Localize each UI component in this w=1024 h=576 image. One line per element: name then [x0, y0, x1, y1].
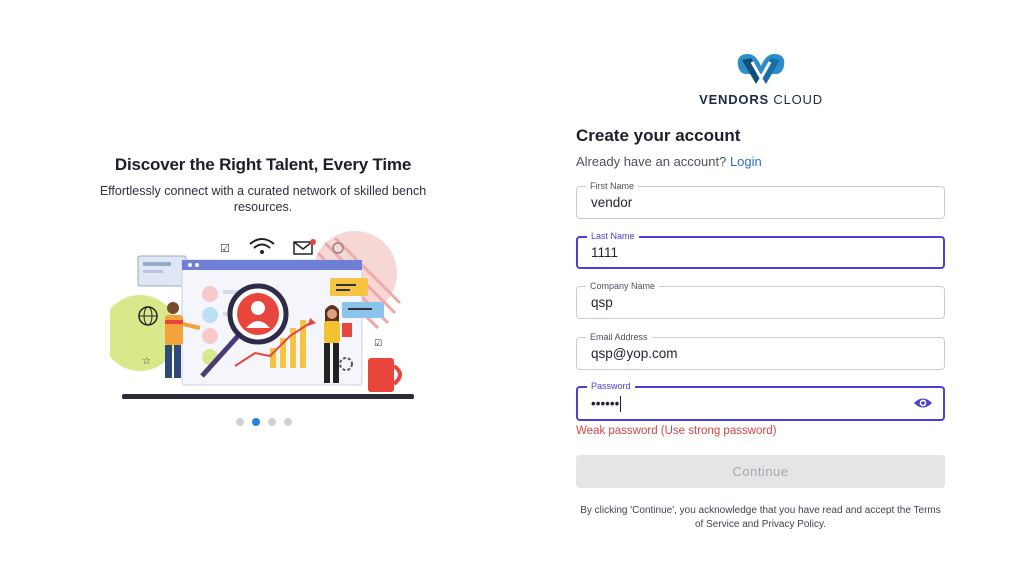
- first-name-value[interactable]: vendor: [591, 187, 632, 218]
- hero-panel: Discover the Right Talent, Every Time Ef…: [0, 0, 520, 576]
- carousel-dot-active[interactable]: [252, 418, 260, 426]
- login-prompt-row: Already have an account? Login: [576, 154, 762, 169]
- eye-icon[interactable]: [913, 396, 933, 410]
- svg-text:☑: ☑: [220, 242, 230, 255]
- email-value[interactable]: qsp@yop.com: [591, 338, 678, 369]
- logo-text-bold: VENDORS: [699, 92, 769, 107]
- carousel-dot[interactable]: [236, 418, 244, 426]
- last-name-field[interactable]: Last Name 1111: [576, 230, 945, 269]
- logo-icon: [737, 54, 785, 84]
- hero-subtitle: Effortlessly connect with a curated netw…: [99, 184, 427, 214]
- email-field[interactable]: Email Address qsp@yop.com: [576, 331, 945, 370]
- password-field[interactable]: Password ••••••: [576, 380, 945, 421]
- company-name-field[interactable]: Company Name qsp: [576, 280, 945, 319]
- hero-illustration: ☑ ☆ ☑: [110, 231, 414, 399]
- first-name-field[interactable]: First Name vendor: [576, 180, 945, 219]
- login-prompt: Already have an account?: [576, 154, 727, 169]
- login-link[interactable]: Login: [730, 154, 762, 169]
- password-error: Weak password (Use strong password): [576, 425, 777, 437]
- text-caret: [620, 395, 622, 412]
- svg-text:☑: ☑: [374, 339, 382, 349]
- vendors-cloud-logo: VENDORS CLOUD: [698, 48, 824, 110]
- company-name-value[interactable]: qsp: [591, 287, 613, 318]
- terms-notice: By clicking 'Continue', you acknowledge …: [580, 505, 941, 530]
- password-value: ••••••: [591, 396, 620, 411]
- last-name-value[interactable]: 1111: [591, 238, 618, 267]
- logo-text-light: CLOUD: [768, 92, 823, 107]
- carousel-dot[interactable]: [284, 418, 292, 426]
- form-title: Create your account: [576, 126, 741, 145]
- password-value-wrap[interactable]: ••••••: [591, 388, 622, 419]
- hero-title: Discover the Right Talent, Every Time: [114, 155, 412, 174]
- carousel-dot[interactable]: [268, 418, 276, 426]
- svg-text:☆: ☆: [142, 356, 151, 367]
- continue-button[interactable]: Continue: [576, 455, 945, 488]
- carousel-dots: [236, 418, 292, 426]
